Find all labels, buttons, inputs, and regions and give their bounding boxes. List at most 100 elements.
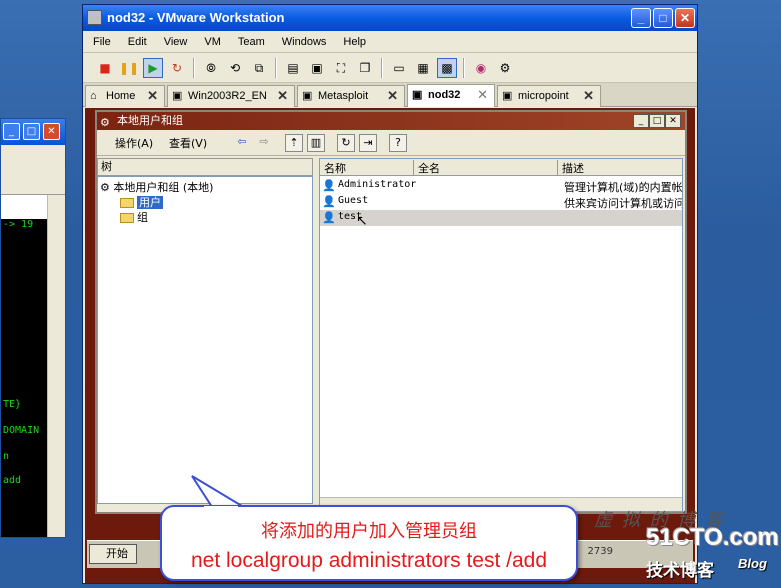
- menu-view[interactable]: View: [164, 36, 188, 48]
- help-icon[interactable]: ?: [389, 134, 407, 152]
- close-button[interactable]: ✕: [675, 8, 695, 28]
- fullscreen-icon[interactable]: ⛶: [331, 58, 351, 78]
- record-icon[interactable]: ◉: [471, 58, 491, 78]
- start-button[interactable]: 开始: [89, 544, 137, 564]
- terminal-line: -> 19: [3, 219, 34, 230]
- minimize-icon[interactable]: _: [3, 123, 20, 140]
- table-row[interactable]: 👤 test ↖: [320, 210, 682, 229]
- table-row[interactable]: 👤 Administrator 管理计算机(域)的内置帐: [320, 178, 682, 194]
- vmware-menubar: File Edit View VM Team Windows Help: [83, 31, 697, 53]
- table-row[interactable]: 👤 Guest 供来宾访问计算机或访问: [320, 194, 682, 210]
- watermark-blog: Blog: [738, 556, 767, 571]
- revert-snapshot-icon[interactable]: ⟲: [225, 58, 245, 78]
- mmc-titlebar[interactable]: ⚙ 本地用户和组 _ □ ✕: [97, 112, 685, 130]
- vm-tabs: ⌂ Home ✕ ▣ Win2003R2_EN ✕ ▣ Metasploit ✕…: [83, 83, 697, 107]
- menu-windows[interactable]: Windows: [282, 36, 327, 48]
- terminal-line: n: [3, 451, 10, 462]
- users-groups-icon: ⚙: [100, 181, 110, 194]
- snapshot-icon[interactable]: ⦾: [201, 58, 221, 78]
- toolbar-separator: [463, 58, 465, 78]
- home-icon: ⌂: [90, 90, 97, 102]
- menu-view[interactable]: 查看(V): [169, 135, 207, 151]
- row-name: Guest: [338, 195, 369, 206]
- minimize-button[interactable]: _: [631, 8, 651, 28]
- console-view-icon[interactable]: ▭: [389, 58, 409, 78]
- close-button[interactable]: ✕: [665, 114, 681, 128]
- vmware-titlebar[interactable]: nod32 - VMware Workstation _ □ ✕: [83, 5, 697, 31]
- tab-metasploit[interactable]: ▣ Metasploit ✕: [297, 85, 405, 107]
- watermark-site: 51CTO.com: [646, 524, 779, 551]
- callout-line-1: 将添加的用户加入管理员组: [261, 521, 477, 542]
- maximize-button[interactable]: □: [653, 8, 673, 28]
- user-icon: 👤: [322, 211, 336, 224]
- background-terminal-window[interactable]: _ □ ✕ -> 19 TE} DOMAIN n add: [0, 118, 66, 538]
- mmc-title: 本地用户和组: [117, 114, 183, 127]
- folder-open-icon: [120, 198, 134, 208]
- tab-label: micropoint: [518, 90, 569, 102]
- terminal-line: TE}: [3, 399, 22, 410]
- column-description[interactable]: 描述: [558, 160, 682, 175]
- callout-line-2: net localgroup administrators test /add: [190, 549, 548, 572]
- tab-home[interactable]: ⌂ Home ✕: [85, 85, 165, 107]
- tab-label: nod32: [428, 89, 461, 101]
- tree-item-groups[interactable]: 组: [120, 209, 148, 225]
- power-on-icon[interactable]: ▶: [143, 58, 163, 78]
- vmware-toolbar: ■ ❚❚ ▶ ↻ ⦾ ⟲ ⧉ ▤ ▣ ⛶ ❐ ▭ ▦ ▩ ◉ ⚙: [83, 53, 697, 83]
- minimize-button[interactable]: _: [633, 114, 649, 128]
- toolbar-separator: [193, 58, 195, 78]
- menu-file[interactable]: File: [93, 36, 111, 48]
- show-tree-icon[interactable]: ▥: [307, 134, 325, 152]
- reset-icon[interactable]: ↻: [167, 58, 187, 78]
- tab-win2003r2-en[interactable]: ▣ Win2003R2_EN ✕: [167, 85, 295, 107]
- refresh-icon[interactable]: ↻: [337, 134, 355, 152]
- toolbar-separator: [381, 58, 383, 78]
- close-tab-icon[interactable]: ✕: [583, 86, 594, 106]
- quick-switch-icon[interactable]: ▣: [307, 58, 327, 78]
- forward-icon[interactable]: ⇨: [255, 134, 273, 152]
- terminal-line: DOMAIN: [3, 425, 40, 436]
- tab-micropoint[interactable]: ▣ micropoint ✕: [497, 85, 601, 107]
- tree-users-label: 用户: [137, 196, 163, 209]
- suspend-icon[interactable]: ❚❚: [119, 58, 139, 78]
- export-list-icon[interactable]: ⇥: [359, 134, 377, 152]
- tree-pane: ⚙ 本地用户和组 (本地) 用户 组: [97, 176, 313, 504]
- menu-team[interactable]: Team: [238, 36, 265, 48]
- terminal-scrollbar[interactable]: [47, 195, 65, 537]
- summary-view-icon[interactable]: ▦: [413, 58, 433, 78]
- close-tab-icon[interactable]: ✕: [477, 85, 488, 105]
- close-tab-icon[interactable]: ✕: [387, 86, 398, 106]
- tree-header[interactable]: 树: [97, 158, 313, 176]
- tab-nod32[interactable]: ▣ nod32 ✕: [407, 84, 495, 107]
- power-off-icon[interactable]: ■: [95, 58, 115, 78]
- column-fullname[interactable]: 全名: [414, 160, 558, 175]
- replay-icon[interactable]: ⚙: [495, 58, 515, 78]
- user-icon: 👤: [322, 179, 336, 192]
- tab-label: Win2003R2_EN: [188, 90, 267, 102]
- menu-edit[interactable]: Edit: [128, 36, 147, 48]
- menu-help[interactable]: Help: [343, 36, 366, 48]
- appliance-view-icon[interactable]: ▩: [437, 58, 457, 78]
- vm-icon: ▣: [302, 90, 313, 102]
- unity-icon[interactable]: ❐: [355, 58, 375, 78]
- row-description: 供来宾访问计算机或访问: [564, 197, 682, 210]
- close-tab-icon[interactable]: ✕: [147, 86, 158, 106]
- background-window-titlebar[interactable]: _ □ ✕: [1, 119, 65, 145]
- close-tab-icon[interactable]: ✕: [277, 86, 288, 106]
- column-name[interactable]: 名称: [320, 160, 414, 175]
- snapshot-manager-icon[interactable]: ⧉: [249, 58, 269, 78]
- sidebar-toggle-icon[interactable]: ▤: [283, 58, 303, 78]
- mouse-cursor-icon: ↖: [356, 213, 368, 229]
- tree-root[interactable]: ⚙ 本地用户和组 (本地): [100, 179, 213, 195]
- back-icon[interactable]: ⇦: [233, 134, 251, 152]
- tree-root-label: 本地用户和组 (本地): [113, 181, 214, 194]
- maximize-icon[interactable]: □: [23, 123, 40, 140]
- menu-vm[interactable]: VM: [204, 36, 221, 48]
- menu-action[interactable]: 操作(A): [115, 135, 153, 151]
- callout-pointer-join: [204, 506, 238, 510]
- tree-item-users[interactable]: 用户: [120, 194, 163, 210]
- close-icon[interactable]: ✕: [43, 123, 60, 140]
- maximize-button[interactable]: □: [649, 114, 665, 128]
- tree-groups-label: 组: [137, 211, 148, 224]
- terminal-line: add: [3, 475, 22, 486]
- up-folder-icon[interactable]: ⇡: [285, 134, 303, 152]
